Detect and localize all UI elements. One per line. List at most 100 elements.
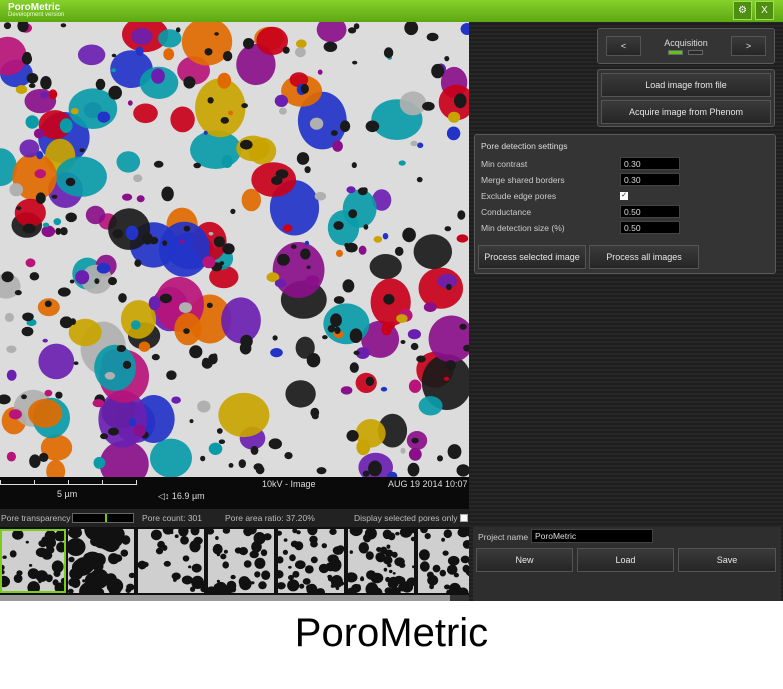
small-pore	[332, 140, 343, 152]
small-pore	[380, 386, 388, 392]
transparency-slider-knob[interactable]	[105, 514, 107, 522]
small-pore	[396, 314, 408, 323]
image-thumbnail[interactable]	[278, 529, 344, 593]
settings-button[interactable]: ⚙	[733, 1, 752, 20]
thumb-pore	[239, 547, 248, 556]
process-selected-button[interactable]: Process selected image	[478, 245, 586, 269]
min-contrast-field[interactable]: 0.30	[620, 157, 680, 170]
project-name-label: Project name	[478, 532, 529, 542]
small-pore	[304, 166, 311, 174]
thumb-pore	[327, 576, 334, 582]
small-pore	[340, 120, 351, 132]
close-button[interactable]: X	[755, 1, 774, 20]
image-thumbnail[interactable]	[138, 529, 204, 593]
small-pore	[166, 370, 177, 381]
small-pore	[208, 442, 223, 455]
thumb-pore	[191, 563, 202, 573]
small-pore	[290, 244, 297, 249]
thumb-pore	[108, 553, 120, 565]
thumb-pore	[171, 572, 181, 580]
image-thumbnail[interactable]	[418, 529, 469, 593]
pore	[77, 44, 106, 66]
transparency-slider[interactable]	[72, 513, 134, 523]
min-size-field[interactable]: 0.50	[620, 221, 680, 234]
small-pore	[28, 83, 36, 88]
small-pore	[411, 437, 419, 444]
acquire-phenom-button[interactable]: Acquire image from Phenom	[601, 100, 771, 124]
thumb-pore	[69, 567, 83, 580]
thumb-pore	[278, 582, 286, 590]
thumb-pore	[41, 548, 52, 557]
small-pore	[305, 275, 320, 287]
small-pore	[365, 120, 380, 133]
small-pore	[255, 465, 265, 475]
thumb-pore	[258, 581, 267, 590]
load-file-button[interactable]: Load image from file	[601, 73, 771, 97]
small-pore	[133, 424, 146, 437]
thumbnail-scrollbar[interactable]	[0, 595, 469, 601]
thumb-pore	[388, 569, 393, 574]
pore-detection-panel: Pore detection settings Min contrast 0.3…	[474, 134, 776, 274]
thumb-pore	[424, 533, 431, 540]
acquisition-prev-button[interactable]: <	[606, 36, 641, 56]
small-pore	[6, 369, 17, 381]
image-thumbnail[interactable]	[348, 529, 414, 593]
pore-image	[0, 22, 469, 477]
thumb-pore	[349, 529, 363, 537]
thumb-pore	[71, 535, 76, 539]
pore	[170, 106, 195, 133]
save-project-button[interactable]: Save	[678, 548, 776, 572]
scale-tick	[102, 480, 103, 484]
small-pore	[228, 463, 234, 468]
new-project-button[interactable]: New	[476, 548, 573, 572]
small-pore	[15, 85, 28, 94]
small-pore	[459, 323, 467, 330]
image-info-bar: 5 µm ◁↕ 16.9 µm 10kV - Image AUG 19 2014…	[0, 477, 469, 509]
pore-count: Pore count: 301	[142, 513, 203, 523]
small-pore	[214, 32, 219, 36]
exclude-edge-checkbox[interactable]: ✓	[620, 192, 628, 200]
sem-image-view[interactable]	[0, 22, 469, 477]
small-pore	[239, 341, 252, 355]
scrollbar-thumb[interactable]	[0, 595, 450, 601]
thumb-pore	[250, 581, 255, 585]
thumb-pore	[220, 553, 227, 560]
small-pore	[197, 400, 211, 413]
thumb-pore	[364, 534, 371, 541]
small-pore	[447, 444, 462, 460]
project-name-field[interactable]: PoroMetric	[531, 529, 653, 543]
min-size-label: Min detection size (%)	[481, 223, 565, 233]
load-project-button[interactable]: Load	[577, 548, 674, 572]
image-thumbnail[interactable]	[208, 529, 274, 593]
thumb-pore	[243, 529, 253, 537]
small-pore	[183, 225, 191, 232]
merge-borders-field[interactable]: 0.30	[620, 173, 680, 186]
thumb-pore	[302, 578, 311, 585]
small-pore	[65, 212, 77, 223]
thumb-pore	[174, 534, 179, 538]
small-pore	[358, 245, 367, 255]
small-pore	[118, 293, 127, 303]
thumb-pore	[178, 529, 189, 537]
small-pore	[218, 439, 226, 445]
pore	[28, 398, 63, 428]
small-pore	[457, 210, 466, 220]
image-thumbnail[interactable]	[68, 529, 134, 593]
small-pore	[431, 63, 445, 79]
thumbnail-image	[348, 529, 414, 593]
small-pore	[323, 41, 338, 52]
small-pore	[26, 73, 39, 84]
small-pore	[437, 455, 443, 462]
display-selected-checkbox[interactable]	[460, 514, 468, 522]
conductance-field[interactable]: 0.50	[620, 205, 680, 218]
acquisition-next-button[interactable]: >	[731, 36, 766, 56]
small-pore	[368, 460, 382, 477]
thumb-pore	[191, 575, 204, 589]
thumb-pore	[142, 561, 149, 568]
pore	[38, 343, 75, 380]
small-pore	[443, 376, 450, 381]
image-thumbnail[interactable]	[0, 529, 66, 593]
small-pore	[207, 97, 214, 104]
process-all-button[interactable]: Process all images	[589, 245, 699, 269]
thumb-pore	[64, 548, 66, 552]
